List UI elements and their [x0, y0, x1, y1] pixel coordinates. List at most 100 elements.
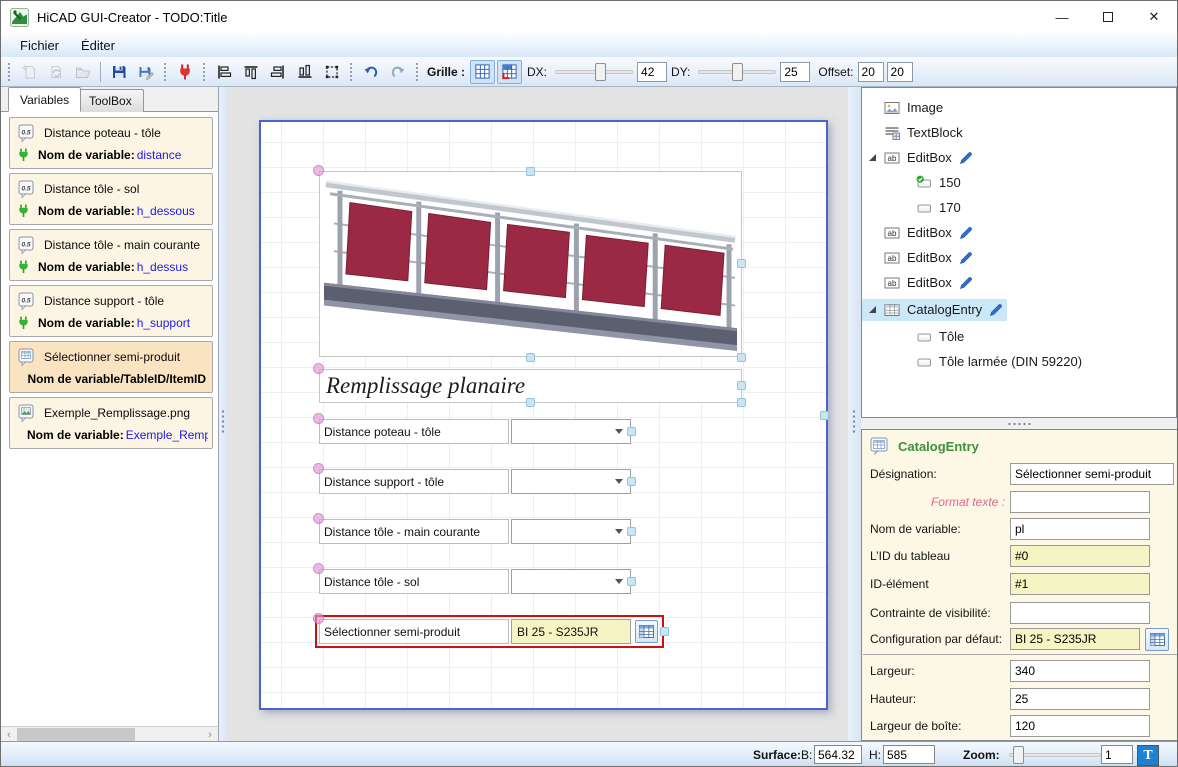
variable-item-h-support[interactable]: 0.5 Distance support - tôle Nom de varia…	[9, 285, 213, 337]
variable-item-h-dessous[interactable]: 0.5 Distance tôle - sol Nom de variable:…	[9, 173, 213, 225]
menu-fichier[interactable]: Fichier	[11, 36, 68, 55]
dx-slider[interactable]	[555, 62, 634, 81]
tab-toolbox[interactable]: ToolBox	[77, 89, 144, 112]
item-id-input[interactable]	[1010, 573, 1150, 595]
form-row-dropdown[interactable]	[511, 519, 631, 544]
resize-handle[interactable]	[627, 577, 636, 586]
move-handle[interactable]	[313, 165, 324, 176]
form-row-label[interactable]: Distance support - tôle	[319, 469, 509, 494]
zoom-slider[interactable]	[1009, 746, 1101, 764]
toolbar-grip[interactable]	[348, 61, 354, 82]
align-bottom-button[interactable]	[292, 60, 317, 84]
largeur-input[interactable]	[1010, 660, 1150, 682]
resize-handle[interactable]	[660, 627, 669, 636]
resize-handle[interactable]	[526, 167, 535, 176]
move-handle[interactable]	[313, 363, 324, 374]
edit-pencil-icon[interactable]	[989, 303, 1003, 317]
open-button[interactable]	[70, 60, 95, 84]
move-handle[interactable]	[313, 613, 324, 624]
form-row-dropdown[interactable]	[511, 469, 631, 494]
edit-pencil-icon[interactable]	[959, 151, 973, 165]
left-panel-horizontal-scrollbar[interactable]: ‹ ›	[1, 726, 218, 741]
resize-handle[interactable]	[627, 427, 636, 436]
move-handle[interactable]	[313, 563, 324, 574]
zoom-slider-thumb[interactable]	[1013, 746, 1024, 764]
form-row-dropdown[interactable]	[511, 569, 631, 594]
toolbar-grip[interactable]	[6, 61, 12, 82]
align-top-button[interactable]	[238, 60, 263, 84]
close-button[interactable]: ✕	[1131, 1, 1177, 33]
designation-input[interactable]	[1010, 463, 1174, 485]
tree-item-textblock[interactable]: TextBlock	[862, 120, 1176, 145]
form-row-label[interactable]: Distance tôle - main courante	[319, 519, 509, 544]
form-row-label[interactable]: Distance tôle - sol	[319, 569, 509, 594]
edit-pencil-icon[interactable]	[959, 276, 973, 290]
largeur-boite-input[interactable]	[1010, 715, 1150, 737]
offset-x-input[interactable]	[857, 61, 884, 82]
surface-h-input[interactable]	[883, 745, 935, 764]
toolbar-grip[interactable]	[414, 61, 420, 82]
toolbar-grip[interactable]	[201, 61, 207, 82]
move-handle[interactable]	[313, 513, 324, 524]
tree-item-tole-larmee[interactable]: Tôle larmée (DIN 59220)	[862, 349, 1176, 374]
catalog-row-value[interactable]: BI 25 - S235JR	[511, 619, 631, 644]
catalog-browse-button[interactable]	[635, 620, 658, 643]
offset-y-input[interactable]	[886, 61, 913, 82]
variable-item-semi-produit[interactable]: Sélectionner semi-produit Nom de variabl…	[9, 341, 213, 393]
zoom-value-input[interactable]	[1101, 745, 1133, 764]
expander-icon[interactable]	[869, 154, 876, 161]
design-canvas[interactable]: Remplissage planaire Distance poteau - t…	[228, 87, 848, 741]
edit-pencil-icon[interactable]	[959, 251, 973, 265]
right-splitter[interactable]	[848, 87, 861, 741]
maximize-button[interactable]	[1085, 1, 1131, 33]
undo-button[interactable]	[358, 60, 383, 84]
dx-value-input[interactable]	[637, 61, 668, 82]
surface-b-input[interactable]	[814, 745, 862, 764]
variable-item-distance[interactable]: 0.5 Distance poteau - tôle Nom de variab…	[9, 117, 213, 169]
form-image-element[interactable]	[319, 171, 742, 357]
default-config-browse-button[interactable]	[1145, 628, 1169, 651]
tree-item-editbox[interactable]: ab EditBox	[862, 270, 1176, 295]
nom-variable-input[interactable]	[1010, 518, 1150, 540]
dy-value-input[interactable]	[780, 61, 811, 82]
save-as-button[interactable]	[133, 60, 158, 84]
align-right-button[interactable]	[265, 60, 290, 84]
resize-handle[interactable]	[526, 353, 535, 362]
visibility-input[interactable]	[1010, 602, 1150, 624]
page-resize-handle[interactable]	[820, 411, 829, 420]
grid-toggle-button[interactable]	[470, 59, 496, 84]
tree-item-editbox[interactable]: ab EditBox	[862, 245, 1176, 270]
hauteur-input[interactable]	[1010, 688, 1150, 710]
scroll-right-arrow-icon[interactable]: ›	[202, 727, 218, 742]
dy-slider-thumb[interactable]	[732, 62, 744, 81]
move-handle[interactable]	[313, 463, 324, 474]
text-mode-button[interactable]: T	[1137, 745, 1159, 766]
resize-handle[interactable]	[737, 353, 746, 362]
new-file-button[interactable]	[16, 60, 41, 84]
tree-item-tole[interactable]: Tôle	[862, 324, 1176, 349]
menu-editer[interactable]: Éditer	[72, 36, 124, 55]
tree-item-editbox[interactable]: ab EditBox	[862, 220, 1176, 245]
form-row-dropdown[interactable]	[511, 419, 631, 444]
table-id-input[interactable]	[1010, 545, 1150, 567]
toolbar-grip[interactable]	[162, 61, 168, 82]
resize-handle[interactable]	[526, 398, 535, 407]
same-size-button[interactable]	[319, 60, 344, 84]
edit-pencil-icon[interactable]	[959, 226, 973, 240]
save-button[interactable]	[106, 60, 131, 84]
grid-snap-button[interactable]	[497, 59, 523, 84]
dx-slider-thumb[interactable]	[595, 62, 607, 81]
reload-button[interactable]	[43, 60, 68, 84]
minimize-button[interactable]: —	[1039, 1, 1085, 33]
right-horizontal-splitter[interactable]	[861, 418, 1177, 429]
redo-button[interactable]	[385, 60, 410, 84]
scrollbar-thumb[interactable]	[17, 728, 135, 741]
variable-item-exemple-image[interactable]: Exemple_Remplissage.png Nom de variable:…	[9, 397, 213, 449]
tree-item-value-170[interactable]: 170	[862, 195, 1176, 220]
format-texte-input[interactable]	[1010, 491, 1150, 513]
resize-handle[interactable]	[737, 259, 746, 268]
dy-slider[interactable]	[698, 62, 777, 81]
catalog-row-label[interactable]: Sélectionner semi-produit	[319, 619, 509, 644]
tree-item-value-150[interactable]: 150	[862, 170, 1176, 195]
resize-handle[interactable]	[627, 477, 636, 486]
